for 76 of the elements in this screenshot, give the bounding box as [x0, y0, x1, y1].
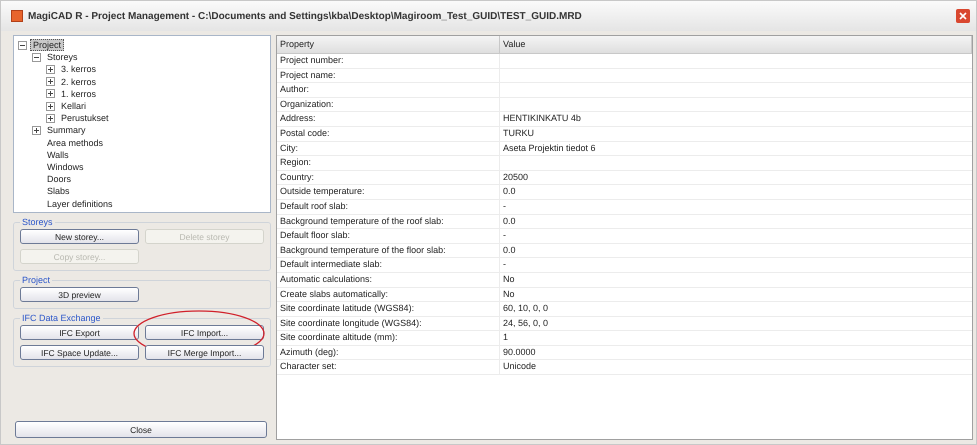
table-cell-text: -	[502, 258, 507, 272]
tree-item[interactable]: Windows	[44, 160, 87, 173]
group-title: IFC Data Exchange	[21, 313, 102, 323]
tree-item[interactable]: Perustukset	[58, 112, 112, 124]
column-header[interactable]: Value	[500, 36, 972, 53]
group-title: Project	[21, 275, 52, 285]
table-cell-text: TURKU	[502, 126, 535, 140]
table-cell-text: -	[502, 200, 507, 213]
window-title: MagiCAD R - Project Management - C:\Documents and Settings\kba\Desktop\Magiroom_Test_GUID\TEST_GUID.MRD	[28, 10, 583, 22]
action-button[interactable]: IFC Import...	[145, 325, 264, 340]
expand-icon[interactable]	[46, 114, 55, 123]
tree-item[interactable]: Layer definitions	[44, 198, 116, 210]
tree-item[interactable]: 3. kerros	[58, 63, 100, 76]
table-cell-text: Aseta Projektin tiedot 6	[502, 142, 597, 155]
table-cell: Country:	[277, 170, 500, 184]
tree-item[interactable]: Doors	[44, 173, 74, 186]
app-icon	[11, 10, 23, 22]
table-cell: Postal code:	[277, 126, 500, 141]
tree-item[interactable]: Area methods	[44, 136, 106, 149]
close-icon[interactable]	[956, 9, 970, 23]
table-cell: Background temperature of the roof slab:	[277, 214, 500, 228]
expand-icon[interactable]	[46, 64, 55, 74]
action-button[interactable]: IFC Space Update...	[20, 345, 139, 360]
table-cell: Address:	[277, 112, 500, 126]
table-cell-text: -	[502, 229, 507, 242]
expand-icon[interactable]	[46, 102, 55, 111]
table-cell: Site coordinate altitude (mm):	[277, 331, 500, 345]
table-cell: Author:	[277, 83, 500, 97]
table-cell: City:	[277, 142, 500, 156]
table-cell: Automatic calculations:	[277, 272, 500, 286]
table-cell-text: No	[502, 272, 516, 286]
table-cell-text: 90.0000	[502, 346, 537, 359]
table-cell-text: 0.0	[502, 244, 517, 257]
table-cell-text: No	[502, 288, 516, 300]
table-cell: Project number:	[277, 54, 500, 68]
expand-icon[interactable]	[46, 77, 55, 86]
tree-item[interactable]: Storeys	[44, 51, 81, 64]
table-cell: Region:	[277, 156, 500, 170]
action-button[interactable]: 3D preview	[20, 287, 139, 302]
table-cell: Outside temperature:	[277, 185, 500, 199]
close-button[interactable]: Close	[15, 421, 267, 438]
table-cell-text: Unicode	[502, 360, 538, 374]
tree-item[interactable]: 1. kerros	[58, 88, 100, 100]
table-cell: Create slabs automatically:	[277, 288, 500, 302]
table-cell: Default intermediate slab:	[277, 258, 500, 272]
table-cell: Project name:	[277, 68, 500, 82]
table-cell-text: 24, 56, 0, 0	[502, 316, 550, 330]
table-cell: Character set:	[277, 360, 500, 374]
table-cell: Site coordinate latitude (WGS84):	[277, 302, 500, 316]
table-cell: Default roof slab:	[277, 200, 500, 214]
table-cell-text: 1	[502, 331, 510, 344]
collapse-icon[interactable]	[32, 52, 41, 62]
action-button[interactable]: New storey...	[20, 229, 139, 244]
table-cell-text: HENTIKINKATU 4b	[502, 112, 582, 126]
tree-item[interactable]: Project	[30, 39, 64, 52]
table-cell-text: 0.0	[502, 185, 517, 198]
action-button[interactable]: IFC Merge Import...	[145, 345, 264, 360]
tree-item[interactable]: Slabs	[44, 185, 73, 198]
table-cell: Organization:	[277, 98, 500, 112]
tree-item[interactable]: Kellari	[58, 100, 90, 112]
table-cell: Azimuth (deg):	[277, 346, 500, 360]
table-cell-text: 0.0	[502, 214, 517, 228]
tree-item[interactable]: Summary	[44, 124, 89, 136]
table-cell: Site coordinate longitude (WGS84):	[277, 316, 500, 330]
group-title: Storeys	[21, 217, 54, 227]
tree-item[interactable]: Walls	[44, 148, 72, 161]
expand-icon[interactable]	[46, 89, 55, 98]
collapse-icon[interactable]	[18, 40, 27, 50]
expand-icon[interactable]	[32, 126, 41, 135]
table-cell: Background temperature of the floor slab:	[277, 244, 500, 258]
table-cell-text: 60, 10, 0, 0	[502, 302, 550, 316]
tree-item[interactable]: 2. kerros	[58, 76, 100, 88]
action-button[interactable]: IFC Export	[20, 325, 139, 340]
table-cell: Default floor slab:	[277, 229, 500, 243]
table-cell-text: 20500	[502, 170, 530, 184]
column-header[interactable]: Property	[277, 36, 500, 53]
